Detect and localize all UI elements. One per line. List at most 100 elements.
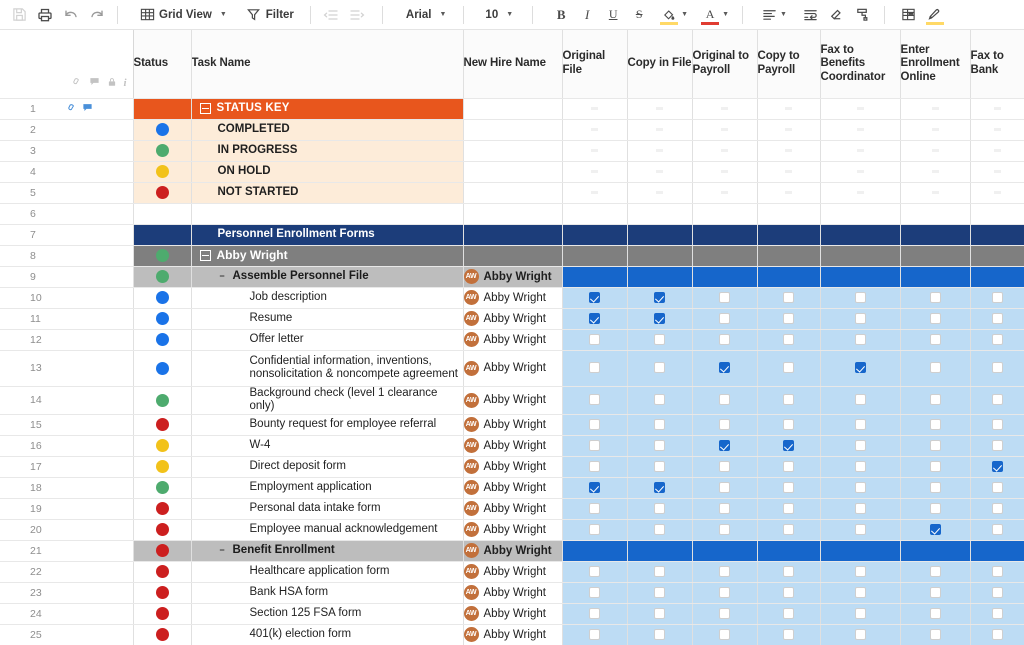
- checkbox-cell[interactable]: [970, 435, 1024, 457]
- checkbox[interactable]: [719, 333, 730, 345]
- status-cell[interactable]: [133, 386, 192, 415]
- status-cell[interactable]: [133, 329, 192, 351]
- checkbox-cell[interactable]: [561, 245, 628, 267]
- checkbox[interactable]: [783, 607, 794, 619]
- header-task-name[interactable]: Task Name: [191, 30, 464, 99]
- status-cell[interactable]: [133, 203, 192, 225]
- new-hire-name-cell[interactable]: AW Abby Wright: [463, 287, 563, 309]
- checkbox-cell[interactable]: [757, 203, 821, 225]
- checkbox-cell[interactable]: [561, 519, 628, 541]
- checkbox-cell[interactable]: [757, 161, 821, 183]
- header-copy-to-payroll[interactable]: Copy to Payroll: [757, 30, 821, 99]
- task-name-cell[interactable]: Offer letter: [191, 329, 464, 351]
- checkbox-cell[interactable]: [820, 435, 901, 457]
- task-name-cell[interactable]: STATUS KEY: [191, 98, 464, 120]
- checkbox-cell[interactable]: [627, 582, 693, 604]
- checkbox-cell[interactable]: [900, 456, 971, 478]
- card-view-button[interactable]: [896, 3, 922, 27]
- checkbox[interactable]: [589, 523, 600, 535]
- checkbox-cell[interactable]: [970, 203, 1024, 225]
- spreadsheet-grid[interactable]: i Status Task Name New Hire Name Origina…: [0, 30, 1024, 645]
- checkbox-cell[interactable]: [561, 386, 628, 415]
- task-name-cell[interactable]: Employee manual acknowledgement: [191, 519, 464, 541]
- status-cell[interactable]: [133, 624, 192, 645]
- checkbox-cell[interactable]: [820, 224, 901, 246]
- checkbox[interactable]: [854, 418, 866, 430]
- table-row[interactable]: 11 Resume AW Abby Wright: [0, 308, 1024, 330]
- checkbox[interactable]: [589, 628, 600, 640]
- status-cell[interactable]: [133, 308, 192, 330]
- new-hire-name-cell[interactable]: [463, 119, 563, 141]
- checkbox[interactable]: [854, 333, 866, 345]
- checkbox-cell[interactable]: [692, 350, 758, 387]
- task-name-cell[interactable]: 401(k) election form: [191, 624, 464, 645]
- checkbox-cell[interactable]: [692, 308, 758, 330]
- task-name-cell[interactable]: Healthcare application form: [191, 561, 464, 583]
- row-gutter[interactable]: 7: [0, 224, 134, 246]
- checkbox-cell[interactable]: [692, 582, 758, 604]
- underline-button[interactable]: U: [600, 3, 626, 27]
- status-cell[interactable]: [133, 119, 192, 141]
- checkbox-cell[interactable]: [627, 477, 693, 499]
- checkbox-cell[interactable]: [757, 386, 821, 415]
- task-name-cell[interactable]: Background check (level 1 clearance only…: [191, 386, 464, 415]
- checkbox[interactable]: [991, 333, 1003, 345]
- checkbox-cell[interactable]: [970, 498, 1024, 520]
- checkbox-cell[interactable]: [692, 624, 758, 645]
- checkbox-cell[interactable]: [820, 161, 901, 183]
- checkbox-cell[interactable]: [561, 350, 628, 387]
- status-cell[interactable]: [133, 435, 192, 457]
- checkbox[interactable]: [589, 607, 600, 619]
- checkbox-cell[interactable]: [900, 266, 971, 288]
- checkbox[interactable]: [783, 523, 794, 535]
- new-hire-name-cell[interactable]: AW Abby Wright: [463, 498, 563, 520]
- checkbox-cell[interactable]: [970, 456, 1024, 478]
- checkbox-cell[interactable]: [970, 224, 1024, 246]
- checkbox-cell[interactable]: [900, 498, 971, 520]
- checkbox[interactable]: [783, 586, 794, 598]
- checkbox-cell[interactable]: [900, 329, 971, 351]
- checkbox[interactable]: [991, 362, 1003, 374]
- checkbox-cell[interactable]: [970, 182, 1024, 204]
- checkbox-cell[interactable]: [757, 350, 821, 387]
- row-gutter[interactable]: 16: [0, 435, 134, 457]
- status-cell[interactable]: [133, 287, 192, 309]
- font-size-selector[interactable]: 10 ▼: [481, 9, 520, 21]
- checkbox[interactable]: [854, 523, 866, 535]
- checkbox-cell[interactable]: [757, 98, 821, 120]
- checkbox-cell[interactable]: [970, 582, 1024, 604]
- checkbox-cell[interactable]: [692, 203, 758, 225]
- checkbox-cell[interactable]: [900, 414, 971, 436]
- new-hire-name-cell[interactable]: AW Abby Wright: [463, 414, 563, 436]
- row-gutter[interactable]: 19: [0, 498, 134, 520]
- checkbox-cell[interactable]: [970, 414, 1024, 436]
- task-name-cell[interactable]: Confidential information, inventions, no…: [191, 350, 464, 387]
- checkbox-cell[interactable]: [627, 308, 693, 330]
- checkbox-cell[interactable]: [900, 540, 971, 562]
- status-cell[interactable]: [133, 519, 192, 541]
- new-hire-name-cell[interactable]: AW Abby Wright: [463, 519, 563, 541]
- checkbox-cell[interactable]: [561, 329, 628, 351]
- checkbox-cell[interactable]: [900, 140, 971, 162]
- checkbox[interactable]: [589, 439, 600, 451]
- header-original-to-payroll[interactable]: Original to Payroll: [692, 30, 758, 99]
- checkbox[interactable]: [854, 565, 866, 577]
- checkbox-cell[interactable]: [692, 561, 758, 583]
- row-gutter[interactable]: 21: [0, 540, 134, 562]
- new-hire-name-cell[interactable]: AW Abby Wright: [463, 435, 563, 457]
- checkbox[interactable]: [589, 362, 600, 374]
- checkbox-cell[interactable]: [820, 386, 901, 415]
- checkbox[interactable]: [854, 460, 866, 472]
- checkbox-cell[interactable]: [820, 561, 901, 583]
- checkbox[interactable]: [654, 628, 665, 640]
- checkbox-cell[interactable]: [692, 386, 758, 415]
- checkbox-cell[interactable]: [692, 245, 758, 267]
- checkbox-cell[interactable]: [627, 98, 693, 120]
- highlighter-button[interactable]: [922, 3, 948, 27]
- status-cell[interactable]: [133, 477, 192, 499]
- checkbox-cell[interactable]: [900, 561, 971, 583]
- checkbox[interactable]: [929, 333, 941, 345]
- checkbox[interactable]: [991, 291, 1003, 303]
- checkbox-cell[interactable]: [970, 266, 1024, 288]
- checkbox-cell[interactable]: [757, 287, 821, 309]
